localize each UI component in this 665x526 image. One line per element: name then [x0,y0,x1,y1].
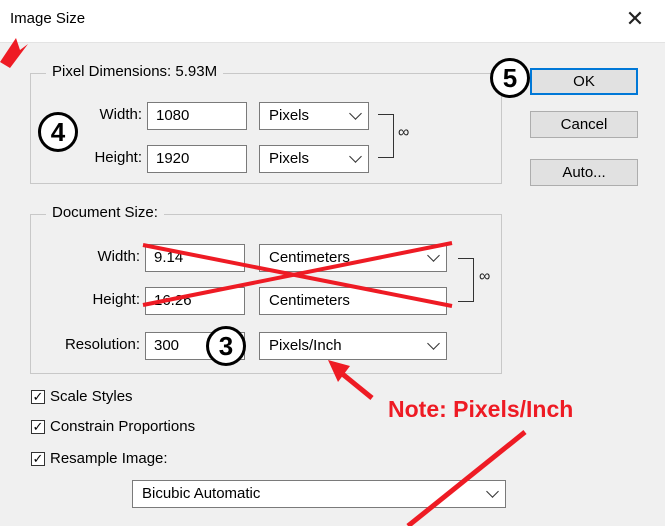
chevron-down-icon [349,107,362,120]
title-bar [0,0,665,43]
pixel-link-bracket [378,114,394,158]
window-title: Image Size [10,10,86,27]
doc-width-unit-select[interactable]: Centimeters [259,244,447,272]
pixel-width-unit-value: Pixels [269,107,310,124]
annotation-note: Note: Pixels/Inch [388,396,574,422]
close-icon[interactable]: ✕ [622,6,648,32]
annotation-arrow-line [338,370,374,400]
pixel-width-input[interactable]: 1080 [147,102,247,130]
step-3-badge: 3 [206,326,246,366]
doc-width-unit-value: Centimeters [269,249,350,266]
pixel-height-unit-select[interactable]: Pixels [259,145,369,173]
pixel-height-input[interactable]: 1920 [147,145,247,173]
resolution-unit-select[interactable]: Pixels/Inch [259,332,447,360]
doc-height-input[interactable]: 16.26 [145,287,245,315]
chevron-down-icon [427,337,440,350]
doc-width-label: Width: [97,248,140,265]
ok-button[interactable]: OK [530,68,638,95]
document-size-legend: Document Size: [46,204,164,221]
resample-method-select[interactable]: Bicubic Automatic [132,480,506,508]
pixel-height-label: Height: [94,149,142,166]
resample-image-checkbox[interactable]: ✓ [31,452,45,466]
resolution-label: Resolution: [64,336,140,353]
resample-method-value: Bicubic Automatic [142,485,261,502]
pixel-dimensions-legend: Pixel Dimensions: 5.93M [46,63,224,80]
scale-styles-label: Scale Styles [50,388,133,405]
chain-link-icon[interactable]: ∞ [398,124,409,142]
chevron-down-icon [486,485,499,498]
pixel-width-label: Width: [99,106,142,123]
doc-height-unit-value: Centimeters [269,292,350,309]
resolution-unit-value: Pixels/Inch [269,337,342,354]
doc-width-input[interactable]: 9.14 [145,244,245,272]
chevron-down-icon [349,150,362,163]
cancel-button[interactable]: Cancel [530,111,638,138]
step-5-badge: 5 [490,58,530,98]
pixel-width-unit-select[interactable]: Pixels [259,102,369,130]
chevron-down-icon [427,249,440,262]
auto-button[interactable]: Auto... [530,159,638,186]
step-4-badge: 4 [38,112,78,152]
constrain-proportions-checkbox[interactable]: ✓ [31,420,45,434]
pixel-height-unit-value: Pixels [269,150,310,167]
doc-height-unit-select[interactable]: Centimeters [259,287,447,315]
scale-styles-checkbox[interactable]: ✓ [31,390,45,404]
doc-height-label: Height: [92,291,140,308]
constrain-proportions-label: Constrain Proportions [50,418,196,435]
annotation-long-line [406,430,527,526]
chain-link-icon[interactable]: ∞ [479,268,490,286]
resample-image-label: Resample Image: [50,450,168,467]
doc-link-bracket [458,258,474,302]
